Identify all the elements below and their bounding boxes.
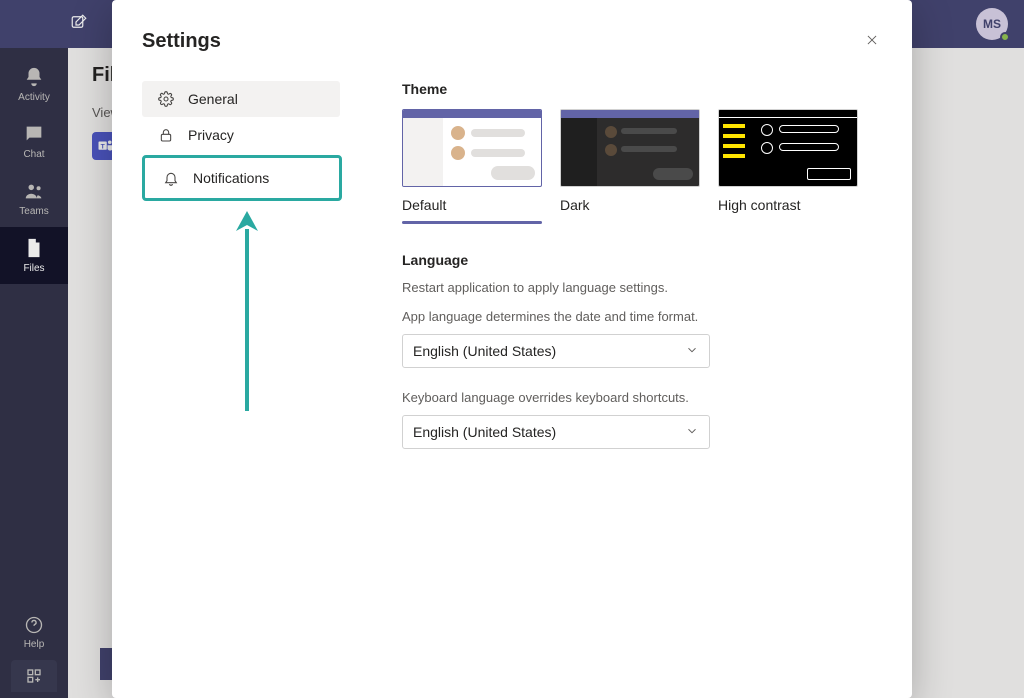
close-button[interactable] (860, 28, 884, 52)
lock-icon (156, 127, 176, 143)
theme-label: Default (402, 197, 542, 213)
nav-item-privacy[interactable]: Privacy (142, 117, 340, 153)
modal-title: Settings (142, 30, 882, 53)
nav-item-notifications[interactable]: Notifications (147, 160, 337, 196)
language-heading: Language (402, 252, 882, 268)
chevron-down-icon (685, 343, 699, 360)
annotation-arrow-icon (234, 211, 340, 416)
settings-content: Theme Default Dark (402, 81, 882, 471)
app-language-dropdown[interactable]: English (United States) (402, 334, 710, 368)
theme-preview-default-icon (402, 109, 542, 187)
nav-label: Notifications (193, 170, 269, 186)
nav-item-general[interactable]: General (142, 81, 340, 117)
nav-label: Privacy (188, 127, 234, 143)
nav-label: General (188, 91, 238, 107)
chevron-down-icon (685, 424, 699, 441)
gear-icon (156, 91, 176, 107)
keyboard-language-dropdown[interactable]: English (United States) (402, 415, 710, 449)
theme-label: High contrast (718, 197, 858, 213)
theme-preview-dark-icon (560, 109, 700, 187)
dropdown-value: English (United States) (413, 343, 556, 359)
annotation-highlight: Notifications (142, 155, 342, 201)
bell-outline-icon (161, 170, 181, 186)
theme-preview-high-contrast-icon (718, 109, 858, 187)
theme-option-dark[interactable]: Dark (560, 109, 700, 224)
close-icon (865, 33, 879, 47)
settings-modal: Settings General Privacy (112, 0, 912, 698)
settings-nav: General Privacy Notifications (142, 81, 340, 471)
dropdown-value: English (United States) (413, 424, 556, 440)
theme-option-high-contrast[interactable]: High contrast (718, 109, 858, 224)
keyboard-language-hint: Keyboard language overrides keyboard sho… (402, 390, 882, 405)
theme-label: Dark (560, 197, 700, 213)
theme-option-default[interactable]: Default (402, 109, 542, 224)
restart-hint: Restart application to apply language se… (402, 280, 882, 295)
app-language-hint: App language determines the date and tim… (402, 309, 882, 324)
theme-heading: Theme (402, 81, 882, 97)
